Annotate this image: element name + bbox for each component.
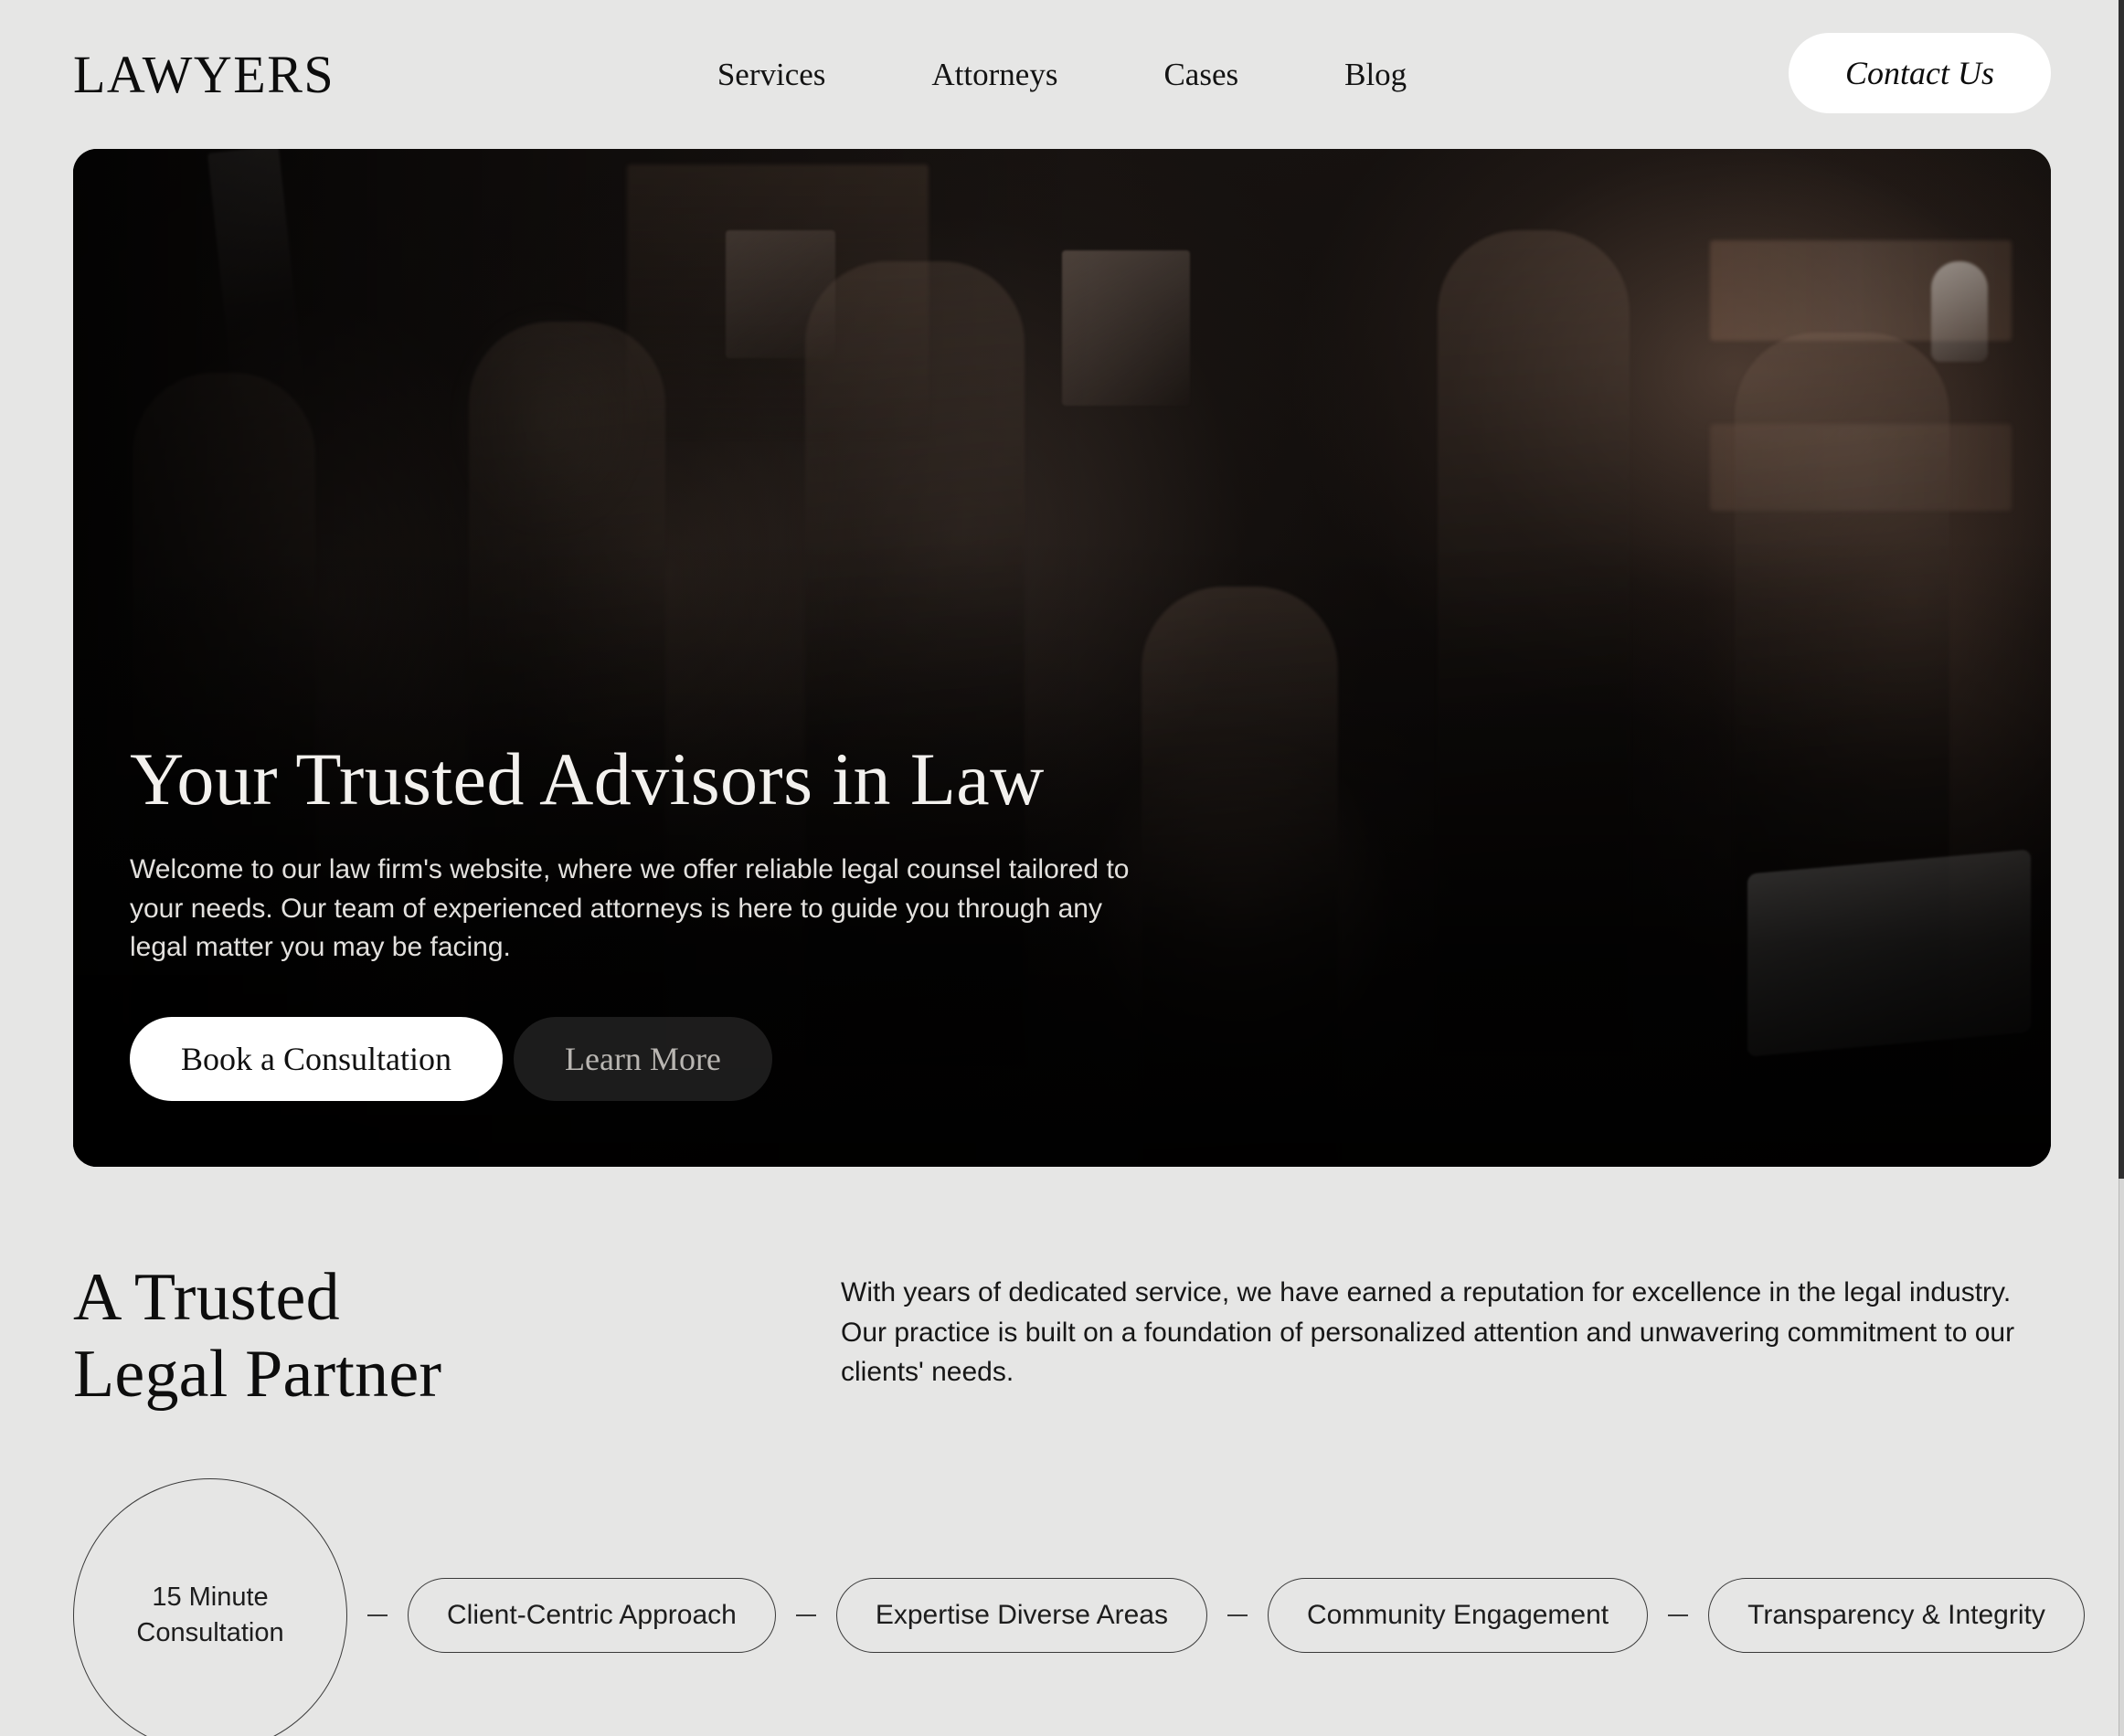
features-section: 15 Minute Consultation Client-Centric Ap… <box>0 1413 2124 1736</box>
feature-pill-client-centric-approach[interactable]: Client-Centric Approach <box>408 1578 776 1654</box>
site-header: LAWYERS Services Attorneys Cases Blog Co… <box>0 0 2124 149</box>
nav-item-cases[interactable]: Cases <box>1110 58 1291 90</box>
about-title-line-1: A Trusted <box>73 1260 340 1335</box>
hero-title: Your Trusted Advisors in Law <box>130 736 1045 820</box>
about-title-line-2: Legal Partner <box>73 1336 442 1412</box>
hero-content: Your Trusted Advisors in Law Welcome to … <box>130 740 1163 1101</box>
about-title: A Trusted Legal Partner <box>73 1260 841 1413</box>
consultation-badge-text: 15 Minute Consultation <box>136 1580 283 1652</box>
feature-pill-transparency-integrity[interactable]: Transparency & Integrity <box>1708 1578 2085 1654</box>
feature-pill-expertise-diverse-areas[interactable]: Expertise Diverse Areas <box>835 1578 1207 1654</box>
separator-dash-1 <box>367 1614 388 1617</box>
separator-dash-2 <box>795 1614 816 1617</box>
nav-item-services[interactable]: Services <box>717 58 879 90</box>
book-consultation-button[interactable]: Book a Consultation <box>130 1017 503 1101</box>
consultation-badge-line-1: 15 Minute <box>152 1582 269 1612</box>
contact-us-button[interactable]: Contact Us <box>1788 33 2051 113</box>
about-section: A Trusted Legal Partner With years of de… <box>0 1167 2124 1413</box>
hero-subtitle: Welcome to our law firm's website, where… <box>130 854 1130 963</box>
feature-pill-community-engagement[interactable]: Community Engagement <box>1267 1578 1649 1654</box>
consultation-circle-badge[interactable]: 15 Minute Consultation <box>73 1478 347 1736</box>
separator-dash-4 <box>1668 1614 1689 1617</box>
brand-logo[interactable]: LAWYERS <box>73 48 335 101</box>
page-scrollbar-track[interactable] <box>2119 0 2124 1736</box>
about-body-text: With years of dedicated service, we have… <box>841 1277 2015 1387</box>
hero-section: Your Trusted Advisors in Law Welcome to … <box>73 149 2051 1167</box>
page-scrollbar-thumb[interactable] <box>2119 0 2124 1179</box>
nav-item-attorneys[interactable]: Attorneys <box>878 58 1110 90</box>
nav-item-blog[interactable]: Blog <box>1291 58 1407 90</box>
separator-dash-3 <box>1227 1614 1248 1617</box>
learn-more-button[interactable]: Learn More <box>514 1017 772 1101</box>
primary-navigation: Services Attorneys Cases Blog <box>717 58 1407 90</box>
consultation-badge-line-2: Consultation <box>136 1618 284 1648</box>
hero-action-group: Book a Consultation Learn More <box>130 1017 1163 1101</box>
